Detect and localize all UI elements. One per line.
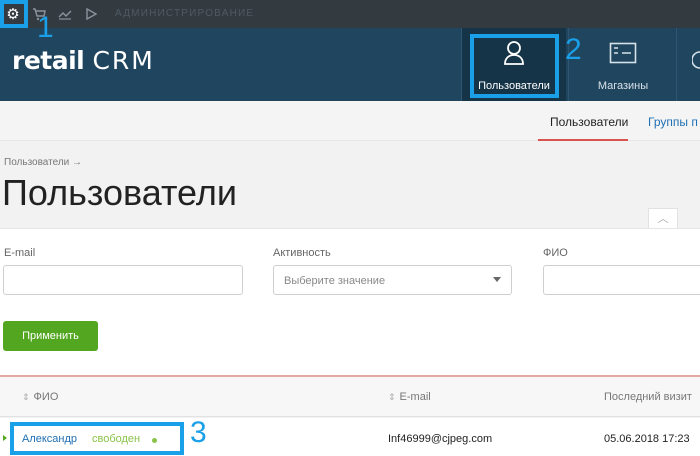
column-header-fio-label: ФИО xyxy=(33,391,59,403)
column-header-email-label: E-mail xyxy=(399,391,431,403)
email-filter-input[interactable] xyxy=(3,265,243,295)
breadcrumb[interactable]: Пользователи → xyxy=(4,157,82,168)
play-icon[interactable] xyxy=(83,6,99,22)
user-last-visit: 05.06.2018 17:23 xyxy=(604,433,690,445)
user-email: Inf46999@cjpeg.com xyxy=(388,433,493,445)
row-indicator xyxy=(3,435,7,441)
filter-collapse-toggle[interactable]: ︿ xyxy=(648,208,678,228)
subtab-users[interactable]: Пользователи xyxy=(550,115,628,129)
apply-filter-button[interactable]: Применить xyxy=(3,321,98,351)
chevron-up-icon: ︿ xyxy=(657,212,669,225)
subtabs-bar: Пользователи Группы п xyxy=(0,101,700,141)
activity-filter-select[interactable]: Выберите значение xyxy=(273,265,512,295)
nav-more-icon xyxy=(692,51,700,69)
annotation-number-1: 1 xyxy=(37,11,54,44)
annotation-highlight-2 xyxy=(470,34,559,98)
column-header-last-visit-label: Последний визит xyxy=(604,391,692,403)
page-title: Пользователи xyxy=(2,172,237,213)
nav-item-shops-label: Магазины xyxy=(597,80,649,92)
subtab-groups[interactable]: Группы п xyxy=(648,115,698,129)
annotation-number-2: 2 xyxy=(565,33,582,66)
activity-filter-label: Активность xyxy=(273,247,331,259)
email-filter-label: E-mail xyxy=(4,247,36,259)
column-header-fio[interactable]: ⇕ ФИО xyxy=(22,391,58,403)
fio-filter-label: ФИО xyxy=(543,247,568,259)
sort-icon: ⇕ xyxy=(388,393,396,403)
nav-divider xyxy=(676,28,677,101)
annotation-highlight-1 xyxy=(0,0,28,28)
retailcrm-logo[interactable]: retail CRM xyxy=(12,46,155,75)
column-header-email[interactable]: ⇕ E-mail xyxy=(388,391,431,403)
nav-item-shops[interactable]: Магазины xyxy=(574,28,672,101)
annotation-number-3: 3 xyxy=(190,416,207,449)
dropdown-arrow-icon xyxy=(493,277,501,282)
admin-section-label[interactable]: АДМИНИСТРИРОВАНИЕ xyxy=(115,8,254,19)
admin-toolbar: ⚙ АДМИНИСТРИРОВАНИЕ xyxy=(0,0,700,28)
fio-filter-input[interactable] xyxy=(543,265,700,295)
logo-retail-text: retail xyxy=(12,46,85,75)
active-subtab-underline xyxy=(538,139,628,141)
annotation-highlight-3 xyxy=(10,422,184,455)
logo-crm-text: CRM xyxy=(92,46,155,75)
nav-item-more[interactable] xyxy=(680,28,700,101)
table-header: ⇕ ФИО ⇕ E-mail Последний визит xyxy=(0,377,700,417)
sort-icon: ⇕ xyxy=(22,393,30,403)
column-header-last-visit[interactable]: Последний визит xyxy=(604,391,692,403)
activity-filter-placeholder: Выберите значение xyxy=(284,275,386,287)
filter-panel: E-mail Активность Выберите значение ФИО … xyxy=(0,228,700,376)
store-icon xyxy=(609,42,637,64)
chart-icon[interactable] xyxy=(57,6,73,22)
